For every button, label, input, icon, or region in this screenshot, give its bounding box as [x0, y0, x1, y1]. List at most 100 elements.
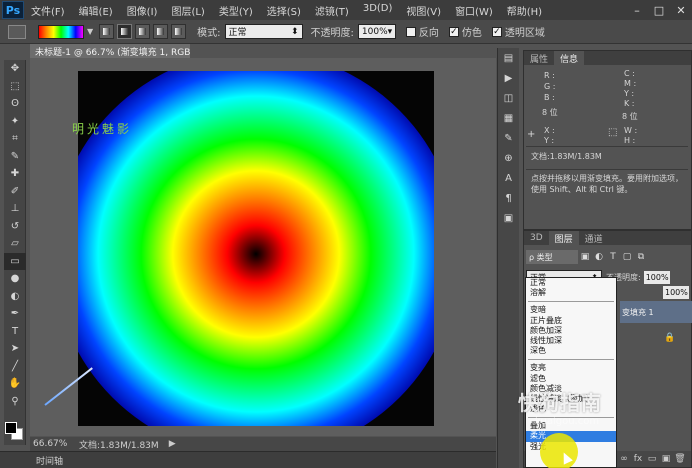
menu-item-0[interactable]: 文件(F) [24, 3, 72, 18]
info-r-label: R : [544, 71, 555, 80]
menu-item-10[interactable]: 帮助(H) [500, 3, 549, 18]
blend-option[interactable]: 正片叠底 [526, 316, 616, 326]
type-filter-icon[interactable]: T [606, 252, 620, 262]
clone-source-panel-icon[interactable]: ⊕ [498, 148, 519, 168]
blend-option[interactable]: 颜色加深 [526, 326, 616, 336]
menu-item-6[interactable]: 滤镜(T) [308, 3, 356, 18]
zoom-readout[interactable]: 66.67% [33, 439, 71, 449]
blend-option[interactable]: 变亮 [526, 363, 616, 373]
timeline-label[interactable]: 时间轴 [36, 454, 63, 467]
info-panel-tabs: 属性 信息 [524, 51, 691, 65]
brush-panel-icon[interactable]: ✎ [498, 128, 519, 148]
reflected-gradient-button[interactable] [153, 24, 169, 39]
marquee-tool-icon[interactable]: ⬚ [4, 78, 26, 96]
pen-tool-icon[interactable]: ✒ [4, 305, 26, 323]
blur-tool-icon[interactable]: ● [4, 270, 26, 288]
clone-stamp-tool-icon[interactable]: ⊥ [4, 200, 26, 218]
menu-bar: Ps 文件(F) 编辑(E) 图像(I) 图层(L) 类型(Y) 选择(S) 滤镜(T) 3D… [0, 0, 692, 20]
layer-fill-input[interactable]: 100% [663, 285, 689, 299]
info-m-label: M : [624, 79, 637, 88]
actions-panel-icon[interactable]: ▶ [498, 68, 519, 88]
diamond-gradient-button[interactable] [171, 24, 187, 39]
menu-item-1[interactable]: 编辑(E) [72, 3, 120, 18]
blend-separator [528, 301, 614, 303]
minimize-button[interactable]: – [626, 0, 648, 20]
new-layer-icon[interactable]: ▣ [659, 454, 673, 464]
menu-item-2[interactable]: 图像(I) [120, 3, 165, 18]
blend-option[interactable]: 滤色 [526, 374, 616, 384]
layers-filter-row: ρ 类型 ▣ ◐ T ▢ ⧉ [526, 249, 690, 265]
blend-option[interactable]: 深色 [526, 346, 616, 356]
blend-option[interactable]: 溶解 [526, 288, 616, 298]
menu-item-5[interactable]: 选择(S) [260, 3, 308, 18]
tab-layers[interactable]: 图层 [548, 231, 579, 245]
fx-icon[interactable]: fx [631, 454, 645, 464]
tool-presets-panel-icon[interactable]: ▣ [498, 208, 519, 228]
info-document-size: 文档:1.83M/1.83M [531, 152, 602, 161]
radial-gradient-button[interactable] [117, 24, 133, 39]
close-button[interactable]: ✕ [670, 0, 692, 20]
styles-panel-icon[interactable]: ▦ [498, 108, 519, 128]
tab-channels[interactable]: 通道 [579, 231, 609, 245]
opacity-input[interactable]: 100% ▾ [357, 24, 396, 39]
adjustments-panel-icon[interactable]: ◫ [498, 88, 519, 108]
canvas-area[interactable]: 明光魅影 [30, 58, 496, 436]
blend-option[interactable]: 线性加深 [526, 336, 616, 346]
link-layers-icon[interactable]: ∞ [617, 454, 631, 464]
history-brush-tool-icon[interactable]: ↺ [4, 218, 26, 236]
shape-filter-icon[interactable]: ▢ [620, 252, 634, 262]
gradient-picker-swatch[interactable] [38, 24, 84, 39]
type-tool-icon[interactable]: T [4, 323, 26, 341]
paragraph-panel-icon[interactable]: ¶ [498, 188, 519, 208]
blend-option[interactable]: 正常 [526, 278, 616, 288]
layer-opacity-input[interactable]: 100% [643, 270, 670, 284]
status-menu-arrow-icon[interactable]: ▶ [169, 439, 176, 449]
reverse-checkbox[interactable] [405, 26, 416, 37]
document-tab[interactable]: 未标题-1 @ 66.7% (渐变填充 1, RGB/8) * × [30, 44, 190, 58]
character-panel-icon[interactable]: A [498, 168, 519, 188]
eyedropper-tool-icon[interactable]: ✎ [4, 148, 26, 166]
dodge-tool-icon[interactable]: ◐ [4, 288, 26, 306]
layer-kind-filter[interactable]: ρ 类型 [526, 250, 578, 264]
mode-select[interactable]: 正常 ⬍ [224, 24, 303, 39]
lasso-tool-icon[interactable]: ʘ [4, 95, 26, 113]
brush-tool-icon[interactable]: ✐ [4, 183, 26, 201]
color-swatches[interactable] [5, 422, 25, 442]
foreground-color-swatch[interactable] [5, 422, 17, 434]
transparency-checkbox[interactable]: ✓ [491, 26, 502, 37]
new-folder-icon[interactable]: ▭ [645, 454, 659, 464]
info-k-label: K : [624, 99, 635, 108]
tool-preset-icon[interactable] [8, 24, 26, 39]
menu-item-7[interactable]: 3D(D) [356, 3, 400, 18]
menu-item-8[interactable]: 视图(V) [399, 3, 448, 18]
zoom-tool-icon[interactable]: ⚲ [4, 393, 26, 411]
info-bits-left: 8 位 [542, 108, 558, 117]
move-tool-icon[interactable]: ✥ [4, 60, 26, 78]
menu-item-3[interactable]: 图层(L) [164, 3, 211, 18]
maximize-button[interactable]: □ [648, 0, 670, 20]
tab-properties[interactable]: 属性 [524, 51, 554, 65]
smart-object-filter-icon[interactable]: ⧉ [634, 252, 648, 262]
menu-item-4[interactable]: 类型(Y) [212, 3, 260, 18]
gradient-picker-caret-icon[interactable]: ▼ [87, 27, 93, 36]
adjustment-filter-icon[interactable]: ◐ [592, 252, 606, 262]
trash-icon[interactable]: 🗑 [673, 454, 687, 464]
tab-info[interactable]: 信息 [554, 51, 585, 65]
layer-row[interactable]: 变填充 1 [620, 301, 692, 323]
eraser-tool-icon[interactable]: ▱ [4, 235, 26, 253]
gradient-tool-icon[interactable]: ▭ [4, 252, 26, 270]
tab-3d[interactable]: 3D [524, 231, 549, 245]
angle-gradient-button[interactable] [135, 24, 151, 39]
history-panel-icon[interactable]: ▤ [498, 48, 519, 68]
blend-option[interactable]: 变暗 [526, 305, 616, 315]
crop-tool-icon[interactable]: ⌗ [4, 130, 26, 148]
dither-checkbox[interactable]: ✓ [448, 26, 459, 37]
healing-brush-tool-icon[interactable]: ✚ [4, 165, 26, 183]
pixel-filter-icon[interactable]: ▣ [578, 252, 592, 262]
hand-tool-icon[interactable]: ✋ [4, 375, 26, 393]
path-selection-tool-icon[interactable]: ➤ [4, 340, 26, 358]
menu-item-9[interactable]: 窗口(W) [448, 3, 500, 18]
linear-gradient-button[interactable] [99, 24, 115, 39]
magic-wand-tool-icon[interactable]: ✦ [4, 113, 26, 131]
line-tool-icon[interactable]: ╱ [4, 358, 26, 376]
